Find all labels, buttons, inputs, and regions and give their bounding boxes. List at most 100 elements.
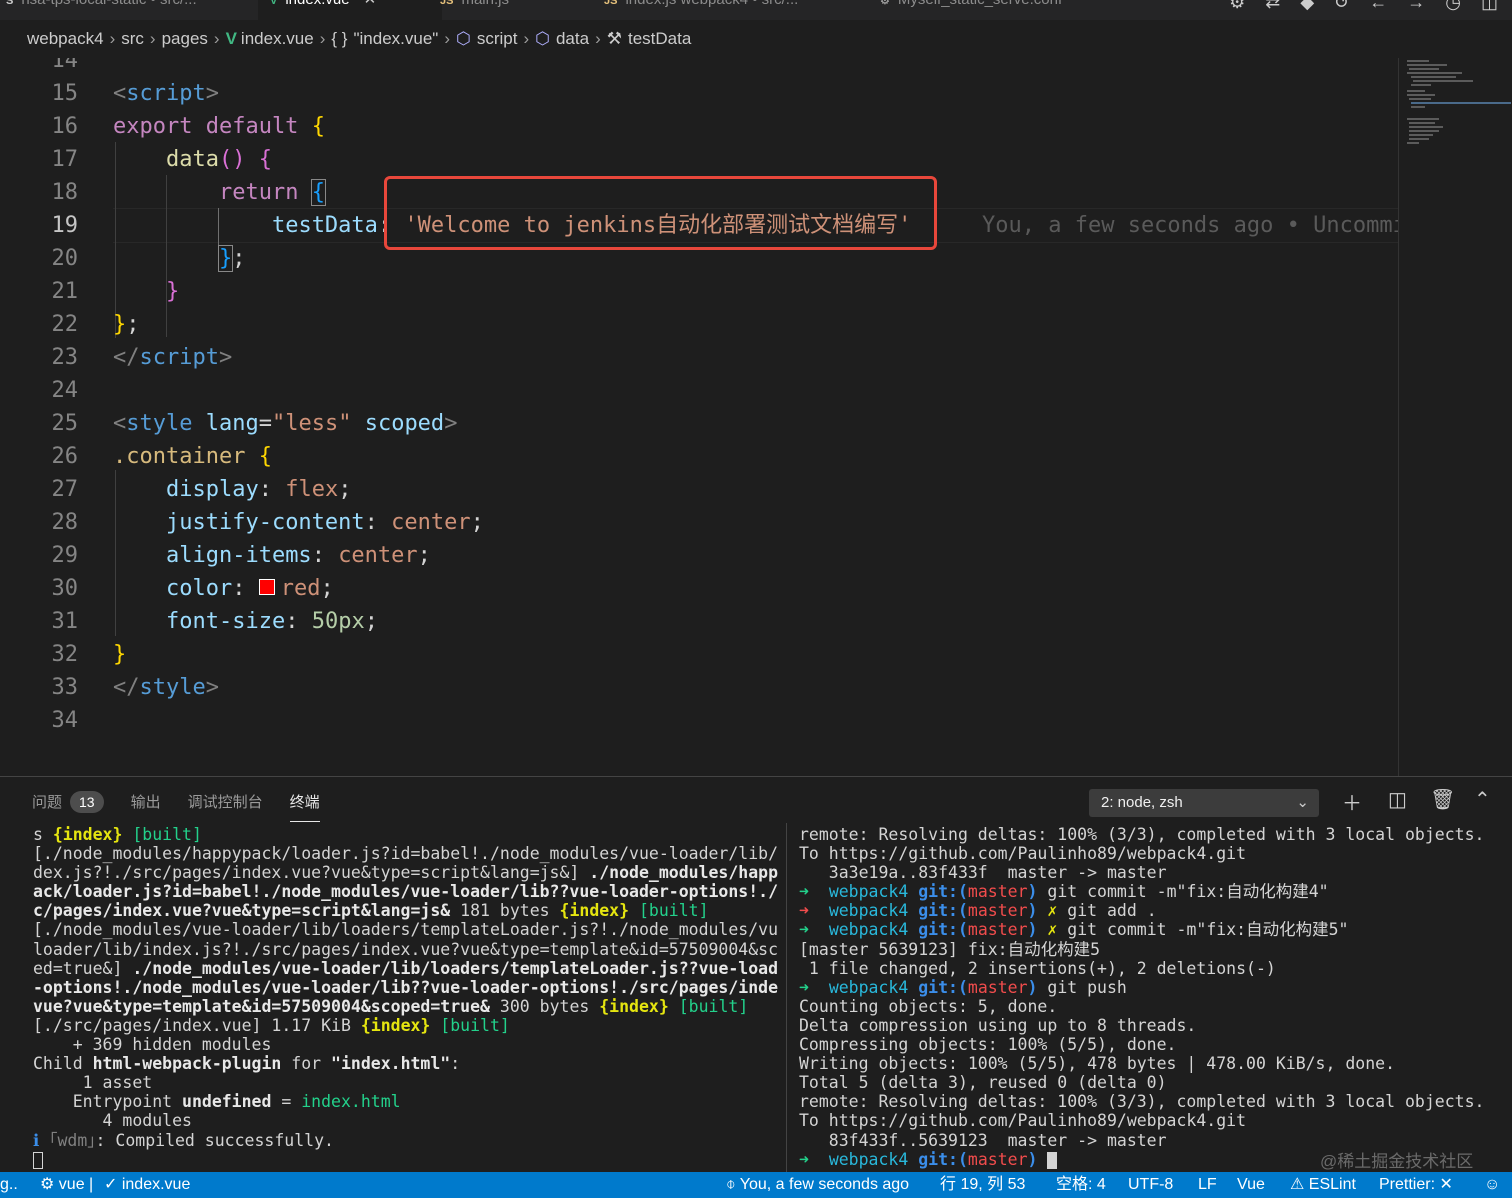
trash-icon[interactable]: 🗑 — [1430, 787, 1455, 812]
breadcrumb-item[interactable]: data — [556, 29, 589, 48]
terminal-line — [33, 1150, 778, 1169]
terminal-line: [./src/pages/index.vue] 1.17 KiB {index}… — [33, 1016, 778, 1035]
breadcrumb-item[interactable]: src — [121, 29, 144, 48]
status-eol[interactable]: LF — [1198, 1172, 1217, 1198]
status-encoding[interactable]: UTF-8 — [1128, 1172, 1173, 1198]
tab-main-js[interactable]: JS main.js — [428, 0, 521, 20]
line-number: 29 — [51, 543, 79, 568]
terminal-text: [built] — [430, 1015, 510, 1035]
settings-icon[interactable]: ⚙ — [1229, 0, 1245, 16]
status-left-edge[interactable]: g.. — [0, 1172, 18, 1198]
code-punctuation: { — [258, 147, 272, 172]
tab-problems[interactable]: 问题 13 — [32, 791, 104, 821]
code-editor[interactable]: 14 15 <script> 16 export default { 17 data… — [0, 58, 1398, 776]
terminal-text: webpack4 — [828, 977, 909, 997]
split-editor-icon[interactable]: ◫ — [1481, 0, 1498, 16]
terminal-select[interactable]: 2: node, zsh ⌄ — [1089, 789, 1319, 817]
tab-label: Myself_static_serve.conf — [898, 0, 1062, 8]
blame-label: You, a few seconds ago — [739, 1176, 910, 1193]
commit-icon: ⌽ — [726, 1176, 740, 1193]
tab-index-js[interactable]: JS index.js webpack4 • src/... — [592, 0, 810, 20]
code-line: 28 justify-content: center; — [0, 506, 1398, 539]
terminal-line: ➜ webpack4 git:(master) ✗ git add . — [799, 901, 1509, 920]
terminal-select-value: 2: node, zsh — [1101, 794, 1183, 811]
terminal-line: + 369 hidden modules — [33, 1035, 272, 1055]
tab-debug-console[interactable]: 调试控制台 — [188, 791, 263, 821]
minimap-line — [1407, 94, 1435, 96]
terminal-text: [built] — [122, 825, 202, 844]
terminal-cursor — [33, 1151, 43, 1169]
compare-icon[interactable]: ⇄ — [1265, 0, 1280, 16]
terminal-line: vue?vue&type=template&id=57509004&scoped… — [33, 997, 778, 1016]
terminal-text: {index} — [559, 901, 630, 921]
color-swatch-icon[interactable] — [258, 579, 275, 595]
feedback-icon[interactable]: ☺ — [1484, 1172, 1500, 1198]
go-back-icon[interactable]: ← — [1369, 0, 1387, 16]
code-line: 15 <script> — [0, 77, 1398, 110]
tab-nsa-tps-local-static[interactable]: Snsa-tps-local-static • src/... — [0, 0, 209, 20]
status-git-blame[interactable]: ⌽ You, a few seconds ago — [726, 1172, 909, 1198]
status-language[interactable]: Vue — [1237, 1172, 1265, 1198]
terminal-line: -options!./node_modules/vue-loader/lib??… — [33, 977, 778, 997]
code-line: 27 display: flex; — [0, 473, 1398, 506]
breadcrumb-item[interactable]: pages — [162, 29, 208, 48]
status-branch[interactable]: ⚙ vue | — [40, 1172, 93, 1198]
breadcrumb-item[interactable]: "index.vue" — [353, 29, 438, 48]
code-line: 32} — [0, 638, 1398, 671]
breadcrumb-item[interactable]: script — [477, 29, 518, 48]
tab-output[interactable]: 输出 — [131, 791, 161, 821]
terminal-panel: 问题 13 输出 调试控制台 终端 2: node, zsh ⌄ ＋ ◫ 🗑 ⌃ s… — [0, 776, 1512, 1173]
breadcrumb-item[interactable]: testData — [628, 29, 691, 48]
terminal-text: c/pages/index.vue?vue&type=script&lang=j… — [33, 901, 451, 921]
token: export default — [113, 114, 299, 139]
chevron-down-icon: ⌄ — [1296, 794, 1309, 811]
git-icon[interactable]: ◆ — [1300, 0, 1314, 16]
terminal-left[interactable]: s {index} [built] [./node_modules/happyp… — [33, 825, 778, 1173]
close-icon[interactable]: ✕ — [364, 0, 377, 8]
code-punctuation: </script> — [113, 341, 232, 374]
gear-icon: ⚙ — [880, 0, 890, 7]
maximize-panel-icon[interactable]: ⌃ — [1474, 787, 1491, 812]
tab-terminal[interactable]: 终端 — [289, 791, 320, 822]
vue-file-icon: V — [225, 29, 237, 48]
go-forward-icon[interactable]: → — [1407, 0, 1425, 16]
code-punctuation: > — [205, 675, 219, 700]
revert-icon[interactable]: ↺ — [1334, 0, 1349, 16]
code-punctuation: </ — [113, 345, 140, 370]
status-file-check[interactable]: ✓ index.vue — [104, 1172, 190, 1198]
terminal-line: Total 5 (delta 3), reused 0 (delta 0) — [799, 1073, 1167, 1093]
terminal-text: ｢wdm｣ — [39, 1130, 96, 1150]
token: flex — [285, 477, 339, 502]
watermark: @稀土掘金技术社区 — [1320, 1152, 1474, 1171]
terminal-text: ✗ — [1047, 901, 1058, 921]
code-punctuation: color: red; — [113, 572, 334, 605]
status-cursor-position[interactable]: 行 19, 列 53 — [940, 1172, 1025, 1198]
tab-myself-static-serve-conf[interactable]: ⚙ Myself_static_serve.conf — [868, 0, 1074, 20]
minimap-line — [1411, 106, 1425, 108]
status-indentation[interactable]: 空格: 4 — [1056, 1172, 1106, 1198]
add-terminal-icon[interactable]: ＋ — [1342, 787, 1362, 816]
tab-label: 终端 — [289, 794, 320, 811]
status-eslint[interactable]: ⚠ ESLint — [1290, 1172, 1356, 1198]
tab-index-vue[interactable]: Vindex.vue ✕ — [258, 0, 442, 20]
highlight-annotation-box — [384, 176, 937, 250]
terminal-text: git:( — [918, 1149, 968, 1169]
vue-file-icon: V — [270, 0, 278, 7]
split-terminal-icon[interactable]: ◫ — [1388, 787, 1407, 812]
terminal-right[interactable]: remote: Resolving deltas: 100% (3/3), co… — [799, 825, 1509, 1173]
token: script — [126, 81, 206, 106]
minimap-line — [1407, 64, 1447, 66]
breadcrumb-item[interactable]: webpack4 — [27, 29, 104, 48]
terminal-text: ➜ — [799, 901, 809, 921]
terminal-line: remote: Resolving deltas: 100% (3/3), co… — [799, 1092, 1485, 1112]
breadcrumb-item[interactable]: index.vue — [241, 29, 314, 48]
status-prettier[interactable]: Prettier: ✕ — [1379, 1172, 1453, 1198]
terminal-text: 300 bytes — [489, 996, 600, 1016]
timeline-icon[interactable]: ◷ — [1445, 0, 1461, 16]
line-number: 20 — [51, 246, 79, 271]
eslint-label: ESLint — [1308, 1176, 1356, 1193]
minimap[interactable] — [1398, 58, 1512, 776]
code-line: 26 .container { — [0, 440, 1398, 473]
line-number: 25 — [51, 411, 79, 436]
terminal-split-divider[interactable] — [786, 823, 787, 1173]
